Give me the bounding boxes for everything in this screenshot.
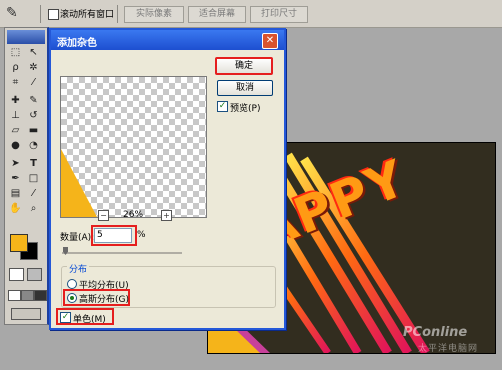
pen-tool-icon[interactable]: ✒	[8, 172, 23, 185]
filter-preview[interactable]	[60, 76, 207, 218]
dialog-titlebar[interactable]: 添加杂色 ✕	[51, 30, 284, 50]
eyedropper-icon[interactable]: ⁄	[26, 187, 41, 200]
slice-tool-icon[interactable]: ⁄	[26, 76, 41, 89]
crop-tool-icon[interactable]: ⌗	[8, 76, 23, 89]
watermark-brand: PConline	[403, 325, 468, 340]
healing-brush-icon[interactable]: ✚	[8, 94, 23, 107]
foreground-color-swatch-top	[10, 234, 28, 252]
monochromatic-label: 单色(M)	[73, 315, 106, 325]
hand-tool-icon[interactable]: ✋	[8, 202, 23, 215]
eraser-tool-icon[interactable]: ▱	[8, 124, 23, 137]
distribution-label: 分布	[67, 262, 90, 275]
standard-mode-icon[interactable]	[9, 268, 24, 281]
lasso-tool-icon[interactable]: ρ	[8, 61, 23, 74]
ok-button[interactable]: 确定	[215, 57, 273, 75]
quick-mask-icon[interactable]	[27, 268, 42, 281]
print-size-button[interactable]: 打印尺寸	[250, 6, 308, 23]
gradient-tool-icon[interactable]: ▬	[26, 124, 41, 137]
blur-tool-icon[interactable]: ●	[8, 139, 23, 152]
dialog-title: 添加杂色	[57, 38, 97, 49]
screen-mode-full-menu-icon[interactable]	[21, 290, 34, 301]
options-bar: ✎ 滚动所有窗口 实际像素 适合屏幕 打印尺寸	[0, 0, 502, 28]
amount-slider-track[interactable]	[62, 252, 182, 254]
clone-stamp-icon[interactable]: ⊥	[8, 109, 23, 122]
scroll-all-windows-checkbox[interactable]	[48, 9, 59, 20]
jump-to-imageready-icon[interactable]	[11, 308, 41, 320]
toolbox-header	[7, 30, 45, 44]
screen-mode-full-icon[interactable]	[34, 290, 47, 301]
amount-input[interactable]: 5	[94, 228, 132, 243]
separator	[40, 5, 41, 23]
add-noise-dialog: 添加杂色 ✕ − 26% + 确定 取消 ✓ 预览(P) 数量(A): 5 % …	[49, 28, 286, 330]
zoom-level: 26%	[123, 210, 144, 220]
gaussian-radio[interactable]	[67, 293, 77, 303]
marquee-tool-icon[interactable]: ⬚	[8, 46, 23, 59]
toolbox: ⬚ ↖ ρ ✲ ⌗ ⁄ ✚ ✎ ⊥ ↺ ▱ ▬ ● ◔ ➤ T ✒ □ ▤ ⁄ …	[4, 27, 49, 325]
history-brush-icon[interactable]: ↺	[26, 109, 41, 122]
zoom-in-button[interactable]: +	[161, 210, 172, 221]
close-icon[interactable]: ✕	[262, 33, 278, 49]
tool-preset-icon[interactable]: ✎	[6, 5, 30, 22]
screen-mode-standard-icon[interactable]	[8, 290, 21, 301]
notes-tool-icon[interactable]: ▤	[8, 187, 23, 200]
brush-tool-icon[interactable]: ✎	[26, 94, 41, 107]
amount-label: 数量(A):	[60, 233, 95, 243]
amount-unit: %	[137, 230, 146, 240]
preview-image	[61, 149, 97, 217]
dodge-tool-icon[interactable]: ◔	[26, 139, 41, 152]
gaussian-label: 高斯分布(G)	[79, 295, 129, 305]
scroll-all-windows-label: 滚动所有窗口	[60, 10, 115, 20]
separator	[117, 5, 118, 23]
preview-checkbox[interactable]: ✓	[217, 101, 228, 112]
preview-label: 预览(P)	[230, 104, 261, 114]
watermark-tagline: 太平洋电脑网	[418, 344, 479, 354]
move-tool-icon[interactable]: ↖	[26, 46, 41, 59]
zoom-tool-icon[interactable]: ⌕	[26, 202, 41, 215]
shape-tool-icon[interactable]: □	[26, 172, 41, 185]
path-selection-icon[interactable]: ➤	[8, 157, 23, 170]
type-tool-icon[interactable]: T	[26, 157, 41, 170]
monochromatic-checkbox[interactable]: ✓	[60, 312, 71, 323]
magic-wand-icon[interactable]: ✲	[26, 61, 41, 74]
cancel-button[interactable]: 取消	[217, 80, 273, 96]
zoom-out-button[interactable]: −	[98, 210, 109, 221]
uniform-radio[interactable]	[67, 279, 77, 289]
fit-screen-button[interactable]: 适合屏幕	[188, 6, 246, 23]
actual-pixels-button[interactable]: 实际像素	[124, 6, 184, 23]
